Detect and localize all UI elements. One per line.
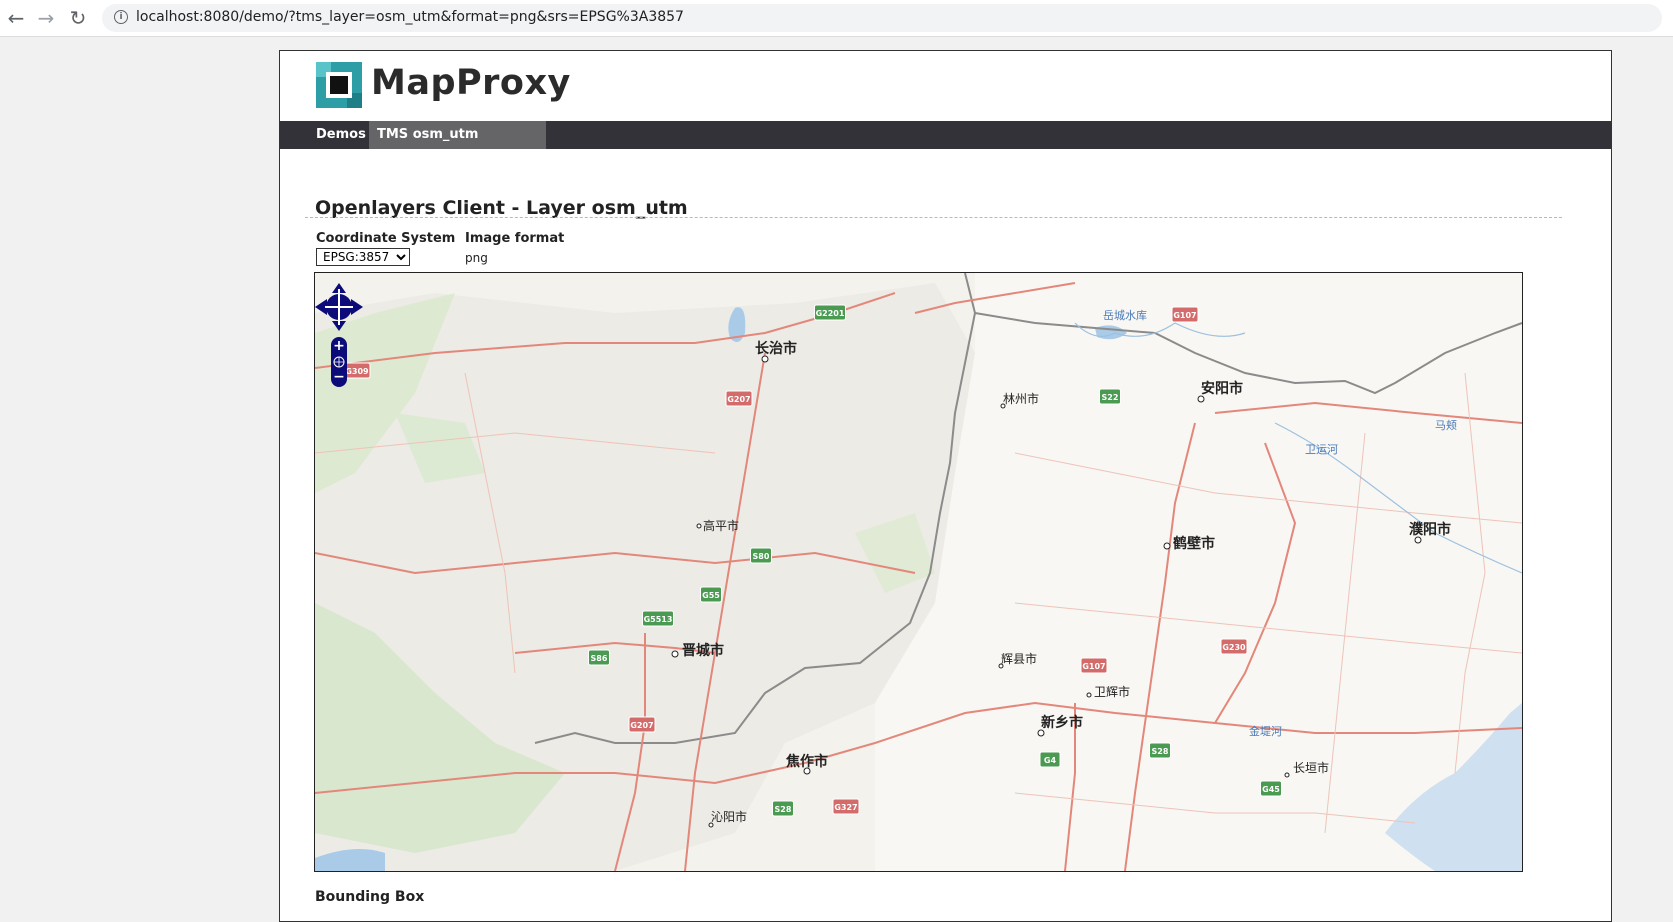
browser-toolbar: ← → ↻ i localhost:8080/demo/?tms_layer=o… — [0, 0, 1673, 37]
logo-text: MapProxy — [371, 63, 571, 103]
page-container: MapProxy Demos TMS osm_utm EPSG:3857 Ope… — [279, 50, 1612, 922]
road-shield: S86 — [588, 649, 610, 666]
map-viewport[interactable]: 长治市 安阳市 林州市 高平市 鹤壁市 濮阳市 晋城市 辉县市 卫辉市 新乡市 … — [314, 272, 1523, 872]
road-shield-label: G55 — [702, 591, 720, 600]
road-shield-label: S86 — [591, 654, 608, 663]
url-text[interactable]: localhost:8080/demo/?tms_layer=osm_utm&f… — [136, 9, 684, 25]
road-shield: G107 — [1080, 657, 1108, 674]
city-label: 濮阳市 — [1409, 521, 1451, 538]
water-label: 岳城水库 — [1103, 309, 1147, 322]
bounding-box-title: Bounding Box — [315, 889, 425, 905]
road-shield: G327 — [832, 798, 860, 815]
road-shield: S28 — [772, 800, 794, 817]
menu-item-demos[interactable]: Demos — [308, 121, 374, 149]
city-label: 安阳市 — [1201, 380, 1243, 397]
road-shield-label: G45 — [1262, 785, 1280, 794]
city-label: 鹤壁市 — [1173, 535, 1215, 552]
road-shield: S80 — [750, 547, 772, 564]
mapproxy-logo-icon — [316, 62, 362, 108]
road-shield: G45 — [1260, 780, 1282, 797]
road-shield: G2201 — [814, 304, 846, 321]
road-shield: G207 — [725, 390, 753, 407]
image-format-label: Image format — [465, 231, 565, 246]
city-label: 辉县市 — [1001, 651, 1037, 666]
reload-icon[interactable]: ↻ — [66, 6, 90, 30]
road-shield-label: G5513 — [644, 615, 673, 624]
road-shield: G230 — [1220, 638, 1248, 655]
coordinate-system-select[interactable]: EPSG:3857 — [316, 248, 410, 266]
city-label: 长垣市 — [1293, 760, 1329, 775]
road-shield-label: S28 — [1152, 747, 1169, 756]
menu-bar: Demos TMS osm_utm EPSG:3857 — [280, 121, 1611, 170]
road-shield-label: S80 — [753, 552, 770, 561]
road-shield-label: G2201 — [816, 309, 845, 318]
city-label: 卫辉市 — [1094, 684, 1130, 699]
road-shield-label: G309 — [345, 367, 369, 376]
water-label: 金堤河 — [1249, 724, 1282, 738]
zoom-control[interactable]: + − — [331, 337, 347, 387]
road-shield: G5513 — [642, 610, 674, 627]
city-label: 林州市 — [1003, 391, 1039, 406]
road-shield-label: G4 — [1044, 756, 1057, 765]
city-label: 沁阳市 — [711, 809, 747, 824]
address-bar[interactable]: i localhost:8080/demo/?tms_layer=osm_utm… — [102, 4, 1662, 32]
city-label: 晋城市 — [682, 642, 724, 659]
page-title: Openlayers Client - Layer osm_utm — [315, 197, 688, 219]
zoom-in-button[interactable]: + — [333, 338, 345, 354]
road-shield-label: S22 — [1102, 393, 1119, 402]
coordinate-system-label: Coordinate System — [316, 231, 456, 246]
road-shield-label: G207 — [727, 395, 750, 404]
menu-item-tms-layer[interactable]: TMS osm_utm EPSG:3857 — [369, 121, 546, 170]
zoom-out-button[interactable]: − — [333, 369, 345, 385]
title-divider — [305, 217, 1562, 218]
road-shield: S28 — [1149, 742, 1171, 759]
water-label: 马颊 — [1435, 419, 1457, 432]
road-shield-label: G230 — [1222, 643, 1246, 652]
road-shield: G55 — [700, 586, 722, 603]
road-shield-label: S28 — [775, 805, 792, 814]
road-shield: S22 — [1099, 388, 1121, 405]
road-shield: G4 — [1039, 751, 1061, 768]
road-shield-label: G107 — [1173, 311, 1196, 320]
info-icon[interactable]: i — [114, 10, 128, 24]
arrow-left-icon[interactable]: ← — [4, 6, 28, 30]
city-label: 高平市 — [703, 518, 739, 533]
road-shield: G309 — [343, 362, 371, 379]
map-canvas[interactable]: 长治市 安阳市 林州市 高平市 鹤壁市 濮阳市 晋城市 辉县市 卫辉市 新乡市 … — [315, 273, 1522, 871]
road-shield: G107 — [1171, 306, 1199, 323]
city-label: 焦作市 — [785, 753, 828, 770]
city-label: 新乡市 — [1041, 714, 1083, 731]
road-shield-label: G327 — [834, 803, 857, 812]
road-shield: G207 — [628, 716, 656, 733]
water-label: 卫运河 — [1305, 443, 1338, 456]
road-shield-label: G107 — [1082, 662, 1105, 671]
image-format-value: png — [465, 251, 488, 265]
road-shield-label: G207 — [630, 721, 653, 730]
arrow-right-icon[interactable]: → — [34, 6, 58, 30]
city-label: 长治市 — [755, 340, 797, 357]
